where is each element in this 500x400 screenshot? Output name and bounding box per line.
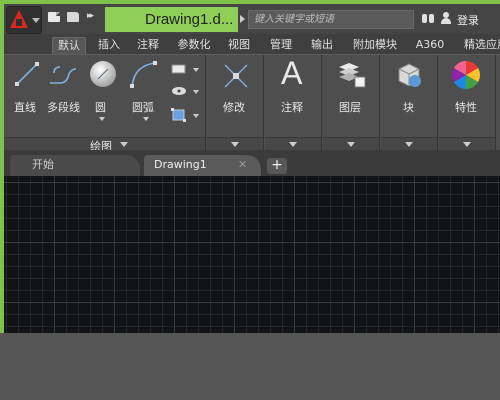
ribbon-tab-bar: 默认 插入 注释 参数化 视图 管理 输出 附加模块 A360 精选应用 <box>4 34 500 54</box>
circle-tool-label[interactable]: 圆 <box>95 99 106 115</box>
color-wheel-icon[interactable] <box>450 59 482 91</box>
chevron-down-icon[interactable] <box>231 142 239 147</box>
chevron-down-icon[interactable] <box>99 117 105 121</box>
tab-view[interactable]: 视图 <box>226 37 252 54</box>
rectangle-icon[interactable] <box>170 63 188 75</box>
more-icon[interactable]: ▸▸ <box>87 11 99 21</box>
chevron-down-icon[interactable] <box>143 117 149 121</box>
tab-start-label: 开始 <box>32 158 54 171</box>
line-tool-label[interactable]: 直线 <box>14 99 36 115</box>
tab-default[interactable]: 默认 <box>52 37 86 54</box>
autocad-window: ▸▸ Drawing1.d... 键入关键字或短语 登录 默认 插入 注释 参数… <box>4 4 500 333</box>
file-tab-bar: 开始 Drawing1 ✕ + <box>4 150 500 176</box>
hatch-icon[interactable] <box>170 85 188 97</box>
layers-icon[interactable] <box>335 59 367 89</box>
tab-parametric[interactable]: 参数化 <box>174 37 214 54</box>
tab-manage[interactable]: 管理 <box>268 37 294 54</box>
document-title: Drawing1.d... <box>105 7 238 32</box>
tab-drawing1-label: Drawing1 <box>154 158 207 171</box>
chevron-down-icon[interactable] <box>120 142 128 147</box>
chevron-down-icon[interactable] <box>289 142 297 147</box>
chevron-down-icon[interactable] <box>347 142 355 147</box>
draw-panel-footer[interactable]: 绘图 <box>4 137 205 153</box>
properties-label[interactable]: 特性 <box>455 99 477 115</box>
tab-start[interactable]: 开始 <box>10 155 140 176</box>
modify-label[interactable]: 修改 <box>223 99 245 115</box>
block-icon[interactable] <box>393 59 425 89</box>
tab-drawing1[interactable]: Drawing1 ✕ <box>144 155 261 176</box>
move-icon[interactable] <box>221 61 251 91</box>
block-label[interactable]: 块 <box>403 99 414 115</box>
modify-panel: 修改 <box>207 55 264 151</box>
block-panel: 块 <box>381 55 438 151</box>
tab-annotate[interactable]: 注释 <box>135 37 161 54</box>
layers-label[interactable]: 图层 <box>339 99 361 115</box>
annotation-panel: A 注释 <box>265 55 322 151</box>
window-frame: ▸▸ Drawing1.d... 键入关键字或短语 登录 默认 插入 注释 参数… <box>0 0 500 333</box>
properties-panel: 特性 <box>439 55 496 151</box>
text-icon[interactable]: A <box>281 55 302 92</box>
expand-arrow-icon[interactable] <box>240 15 245 23</box>
application-menu-button[interactable] <box>6 6 42 34</box>
binocular-icon[interactable] <box>422 14 434 24</box>
polyline-tool-label[interactable]: 多段线 <box>47 99 80 115</box>
arc-tool-label[interactable]: 圆弧 <box>132 99 154 115</box>
polyline-icon[interactable] <box>48 63 80 87</box>
user-icon[interactable] <box>441 12 451 24</box>
annotation-label[interactable]: 注释 <box>281 99 303 115</box>
chevron-down-icon[interactable] <box>405 142 413 147</box>
chevron-down-icon[interactable] <box>463 142 471 147</box>
layers-panel: 图层 <box>323 55 380 151</box>
tab-featured-apps[interactable]: 精选应用 <box>460 37 500 54</box>
tab-addins[interactable]: 附加模块 <box>351 37 399 54</box>
draw-panel: 直线 多段线 圆 圆弧 绘图 <box>4 55 206 153</box>
login-button[interactable]: 登录 <box>457 12 479 28</box>
circle-icon[interactable] <box>88 59 118 89</box>
tab-insert[interactable]: 插入 <box>96 37 122 54</box>
tab-output[interactable]: 输出 <box>309 37 335 54</box>
drawing-canvas[interactable] <box>4 176 500 333</box>
new-tab-button[interactable]: + <box>267 158 287 174</box>
ellipse-icon[interactable] <box>170 108 188 122</box>
open-folder-icon[interactable] <box>67 12 79 22</box>
ribbon-panel-area: 直线 多段线 圆 圆弧 绘图 修改 A 注释 图层 块 特性 <box>4 54 500 153</box>
arc-icon[interactable] <box>128 59 158 89</box>
new-file-icon[interactable] <box>48 12 60 22</box>
tab-a360[interactable]: A360 <box>414 37 446 54</box>
close-icon[interactable]: ✕ <box>238 155 247 175</box>
title-bar: ▸▸ Drawing1.d... 键入关键字或短语 登录 <box>4 4 500 34</box>
line-icon[interactable] <box>14 61 40 87</box>
search-input[interactable]: 键入关键字或短语 <box>248 10 414 29</box>
chevron-down-icon <box>32 18 40 23</box>
